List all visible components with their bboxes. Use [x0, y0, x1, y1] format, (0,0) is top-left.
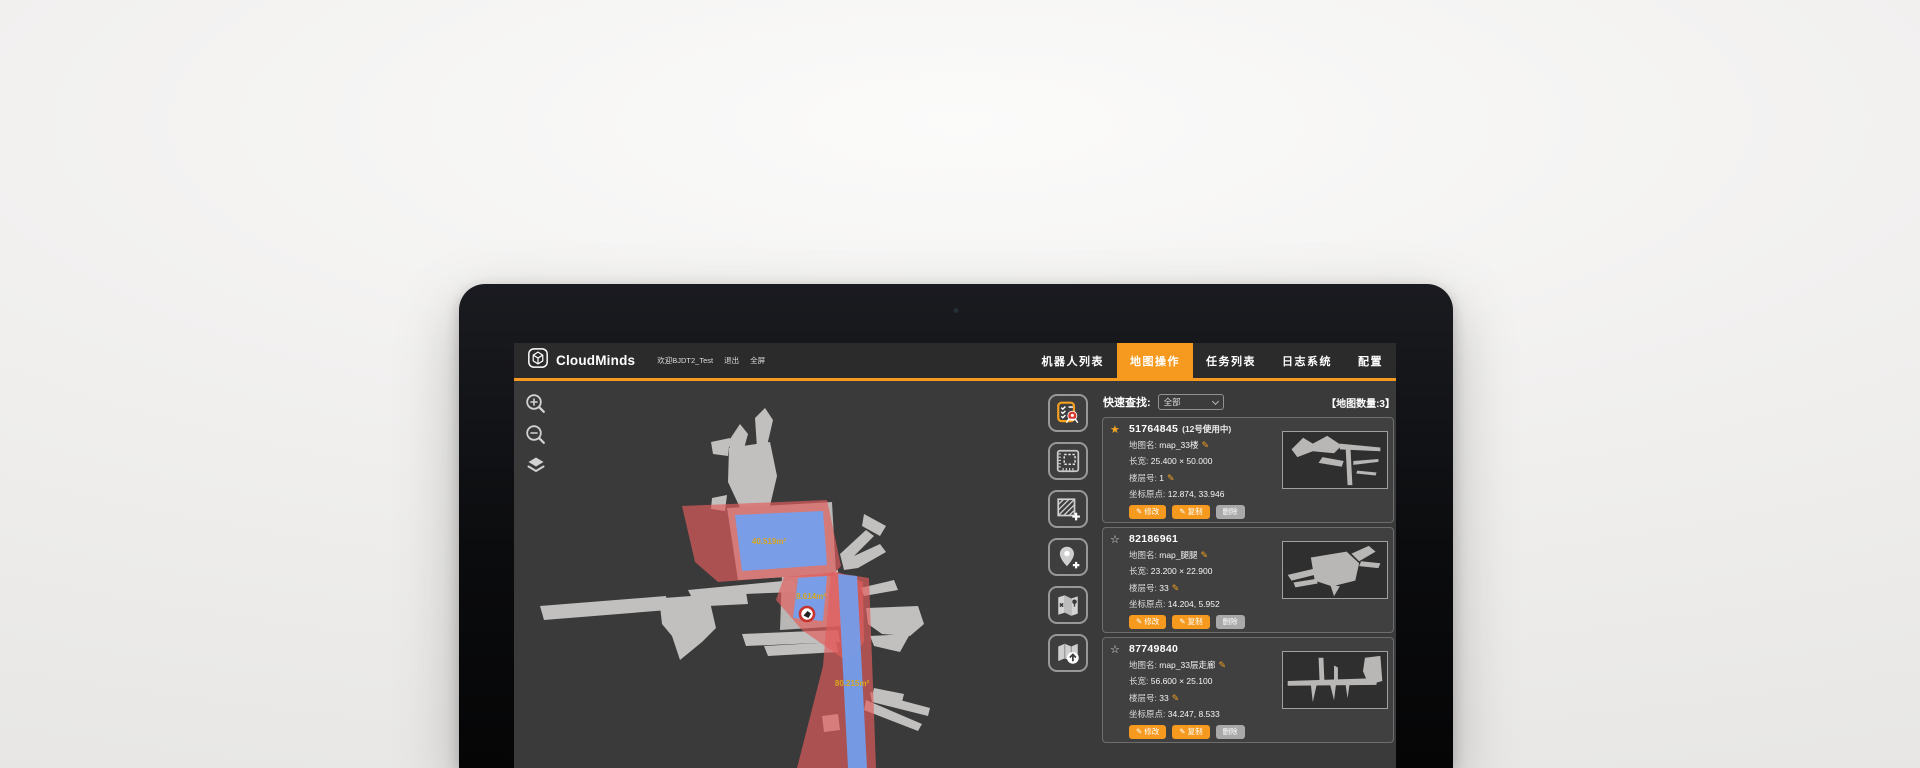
- map-canvas[interactable]: 40.519m² 8.614m² 80.215m²: [514, 384, 1054, 768]
- map-card: ☆ 82186961 地图名: map_腿腿✎ 长宽: 23.200 × 22.…: [1102, 527, 1394, 633]
- map-card-list: ★ 51764845 (12号使用中) 地图名: map_33楼✎ 长宽: 25…: [1102, 417, 1394, 743]
- zoom-out-icon[interactable]: [524, 423, 548, 447]
- edit-icon[interactable]: ✎: [1218, 660, 1226, 670]
- edit-icon[interactable]: ✎: [1201, 440, 1209, 450]
- map-count-label: 【地图数量:3】: [1326, 395, 1395, 410]
- webcam-dot: [954, 308, 959, 313]
- chevron-down-icon: [1212, 397, 1219, 404]
- laptop-frame: CloudMinds 欢迎BJDT2_Test 退出 全屏 机器人列表 地图操作…: [459, 284, 1453, 768]
- robot-position-marker[interactable]: [800, 607, 814, 621]
- tab-map-operations[interactable]: 地图操作: [1117, 343, 1193, 378]
- app-header: CloudMinds 欢迎BJDT2_Test 退出 全屏 机器人列表 地图操作…: [514, 343, 1396, 381]
- edit-icon[interactable]: ✎: [1172, 583, 1180, 593]
- content-area: 40.519m² 8.614m² 80.215m²: [514, 384, 1396, 768]
- tab-robot-list[interactable]: 机器人列表: [1029, 343, 1118, 378]
- zoom-in-icon[interactable]: [524, 392, 548, 416]
- tab-log-system[interactable]: 日志系统: [1269, 343, 1345, 378]
- delete-button[interactable]: 删除: [1216, 725, 1245, 739]
- add-point-icon[interactable]: [1048, 538, 1088, 576]
- map-marker-icon[interactable]: [1048, 586, 1088, 624]
- add-region-icon[interactable]: [1048, 490, 1088, 528]
- layers-icon[interactable]: [524, 454, 548, 478]
- panel-header: 快速查找: 全部 【地图数量:3】: [1100, 384, 1396, 414]
- edit-icon: ✎: [1179, 507, 1185, 516]
- map-thumbnail[interactable]: [1282, 541, 1388, 599]
- fullscreen-link[interactable]: 全屏: [750, 355, 765, 366]
- tab-task-list[interactable]: 任务列表: [1193, 343, 1269, 378]
- edit-icon: ✎: [1136, 727, 1142, 736]
- edit-icon[interactable]: ✎: [1172, 693, 1180, 703]
- logout-link[interactable]: 退出: [724, 355, 739, 366]
- page-background: CloudMinds 欢迎BJDT2_Test 退出 全屏 机器人列表 地图操作…: [0, 0, 1920, 768]
- map-id: 82186961: [1129, 533, 1178, 545]
- svg-text:80.215m²: 80.215m²: [835, 679, 870, 688]
- delete-button[interactable]: 删除: [1216, 505, 1245, 519]
- map-thumbnail[interactable]: [1282, 431, 1388, 489]
- map-usage-note: (12号使用中): [1182, 423, 1231, 435]
- filter-value: 全部: [1164, 396, 1181, 408]
- tab-config[interactable]: 配置: [1345, 343, 1396, 378]
- map-id: 87749840: [1129, 643, 1178, 655]
- card-actions: ✎修改 ✎复制 删除: [1129, 615, 1385, 629]
- brand: CloudMinds: [527, 347, 635, 374]
- edit-icon: ✎: [1179, 727, 1185, 736]
- favorite-star-icon[interactable]: ★: [1110, 423, 1120, 436]
- svg-text:8.614m²: 8.614m²: [796, 592, 826, 601]
- copy-button[interactable]: ✎复制: [1172, 725, 1209, 739]
- modify-button[interactable]: ✎修改: [1129, 725, 1166, 739]
- upload-map-icon[interactable]: [1048, 634, 1088, 672]
- map-card: ☆ 87749840 地图名: map_33层走廊✎ 长宽: 56.600 × …: [1102, 637, 1394, 743]
- app-window: CloudMinds 欢迎BJDT2_Test 退出 全屏 机器人列表 地图操作…: [514, 343, 1396, 768]
- svg-text:40.519m²: 40.519m²: [752, 537, 787, 546]
- map-controls: [524, 392, 548, 478]
- edit-icon: ✎: [1179, 617, 1185, 626]
- modify-button[interactable]: ✎修改: [1129, 505, 1166, 519]
- main-nav: 机器人列表 地图操作 任务列表 日志系统 配置: [1029, 343, 1397, 378]
- map-id: 51764845: [1129, 423, 1178, 435]
- modify-button[interactable]: ✎修改: [1129, 615, 1166, 629]
- edit-icon[interactable]: ✎: [1201, 550, 1209, 560]
- favorite-star-icon[interactable]: ☆: [1110, 643, 1120, 656]
- quick-search-label: 快速查找:: [1103, 394, 1151, 410]
- cloudminds-logo-icon: [527, 347, 549, 374]
- copy-button[interactable]: ✎复制: [1172, 505, 1209, 519]
- brand-name: CloudMinds: [556, 353, 635, 368]
- favorite-star-icon[interactable]: ☆: [1110, 533, 1120, 546]
- card-actions: ✎修改 ✎复制 删除: [1129, 505, 1385, 519]
- measure-region-icon[interactable]: [1048, 442, 1088, 480]
- delete-button[interactable]: 删除: [1216, 615, 1245, 629]
- welcome-text: 欢迎BJDT2_Test: [657, 355, 713, 366]
- edit-icon: ✎: [1136, 507, 1142, 516]
- map-toolbar: [1048, 394, 1088, 672]
- map-list-panel: 快速查找: 全部 【地图数量:3】 ★ 51764845: [1100, 384, 1396, 768]
- edit-icon: ✎: [1136, 617, 1142, 626]
- edit-icon[interactable]: ✎: [1167, 473, 1175, 483]
- session-bar: 欢迎BJDT2_Test 退出 全屏: [657, 355, 765, 366]
- copy-button[interactable]: ✎复制: [1172, 615, 1209, 629]
- map-filter-select[interactable]: 全部: [1158, 394, 1224, 410]
- map-thumbnail[interactable]: [1282, 651, 1388, 709]
- task-points-icon[interactable]: [1048, 394, 1088, 432]
- map-card: ★ 51764845 (12号使用中) 地图名: map_33楼✎ 长宽: 25…: [1102, 417, 1394, 523]
- card-actions: ✎修改 ✎复制 删除: [1129, 725, 1385, 739]
